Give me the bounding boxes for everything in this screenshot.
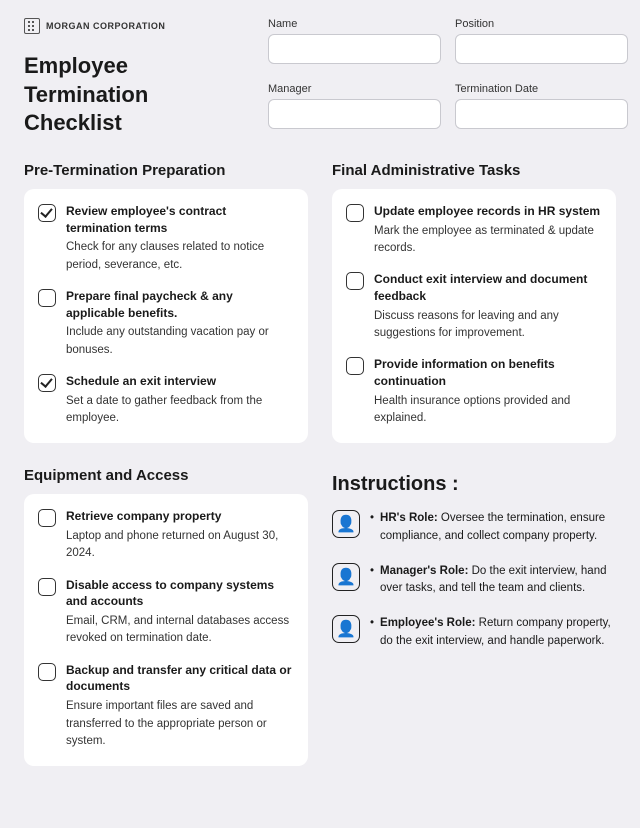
item-title: Schedule an exit interview bbox=[66, 373, 294, 390]
instruction-text: •HR's Role: Oversee the termination, ens… bbox=[370, 510, 616, 545]
item-description: Check for any clauses related to notice … bbox=[66, 239, 294, 274]
item-title: Review employee's contract termination t… bbox=[66, 203, 294, 237]
checkbox[interactable] bbox=[38, 663, 56, 681]
building-icon bbox=[24, 18, 40, 34]
item-description: Discuss reasons for leaving and any sugg… bbox=[374, 308, 602, 343]
item-title: Update employee records in HR system bbox=[374, 203, 602, 220]
item-description: Laptop and phone returned on August 30, … bbox=[66, 528, 294, 563]
item-description: Health insurance options provided and ex… bbox=[374, 393, 602, 428]
section-heading: Pre-Termination Preparation bbox=[24, 162, 308, 179]
item-title: Disable access to company systems and ac… bbox=[66, 577, 294, 611]
position-label: Position bbox=[455, 18, 628, 30]
checklist-item: Provide information on benefits continua… bbox=[346, 356, 602, 427]
checkbox[interactable] bbox=[38, 578, 56, 596]
checklist-item: Prepare final paycheck & any applicable … bbox=[38, 288, 294, 359]
person-icon: 👤 bbox=[332, 510, 360, 538]
position-field[interactable] bbox=[455, 34, 628, 64]
checklist-item: Review employee's contract termination t… bbox=[38, 203, 294, 274]
checkbox[interactable] bbox=[38, 204, 56, 222]
instruction-row: 👤 •Manager's Role: Do the exit interview,… bbox=[332, 563, 616, 598]
instructions-heading: Instructions : bbox=[332, 473, 616, 496]
item-title: Retrieve company property bbox=[66, 508, 294, 525]
manager-field[interactable] bbox=[268, 99, 441, 129]
section-pre-termination: Pre-Termination Preparation Review emplo… bbox=[24, 162, 308, 443]
person-icon: 👤 bbox=[332, 615, 360, 643]
checklist-item: Update employee records in HR system Mark… bbox=[346, 203, 602, 257]
item-title: Provide information on benefits continua… bbox=[374, 356, 602, 390]
item-title: Backup and transfer any critical data or… bbox=[66, 662, 294, 696]
item-title: Conduct exit interview and document feed… bbox=[374, 271, 602, 305]
instruction-text: •Manager's Role: Do the exit interview, … bbox=[370, 563, 616, 598]
checkbox[interactable] bbox=[346, 357, 364, 375]
checklist-card: Retrieve company property Laptop and phon… bbox=[24, 494, 308, 766]
instruction-row: 👤 •HR's Role: Oversee the termination, en… bbox=[332, 510, 616, 545]
section-equipment-access: Equipment and Access Retrieve company pr… bbox=[24, 467, 308, 766]
item-title: Prepare final paycheck & any applicable … bbox=[66, 288, 294, 322]
checkbox[interactable] bbox=[346, 204, 364, 222]
section-heading: Equipment and Access bbox=[24, 467, 308, 484]
checkbox[interactable] bbox=[38, 374, 56, 392]
checkbox[interactable] bbox=[346, 272, 364, 290]
section-admin-tasks: Final Administrative Tasks Update employ… bbox=[332, 162, 616, 443]
checklist-item: Conduct exit interview and document feed… bbox=[346, 271, 602, 342]
checklist-item: Schedule an exit interview Set a date to … bbox=[38, 373, 294, 427]
checklist-card: Update employee records in HR system Mark… bbox=[332, 189, 616, 443]
brand-text: MORGAN CORPORATION bbox=[46, 21, 165, 31]
section-heading: Final Administrative Tasks bbox=[332, 162, 616, 179]
checklist-item: Backup and transfer any critical data or… bbox=[38, 662, 294, 750]
checkbox[interactable] bbox=[38, 289, 56, 307]
instruction-row: 👤 •Employee's Role: Return company proper… bbox=[332, 615, 616, 650]
manager-label: Manager bbox=[268, 83, 441, 95]
checklist-card: Review employee's contract termination t… bbox=[24, 189, 308, 443]
checklist-item: Disable access to company systems and ac… bbox=[38, 577, 294, 648]
instruction-text: •Employee's Role: Return company propert… bbox=[370, 615, 616, 650]
checklist-item: Retrieve company property Laptop and phon… bbox=[38, 508, 294, 562]
item-description: Ensure important files are saved and tra… bbox=[66, 698, 294, 750]
brand-logo: MORGAN CORPORATION bbox=[24, 18, 244, 34]
name-field[interactable] bbox=[268, 34, 441, 64]
checkbox[interactable] bbox=[38, 509, 56, 527]
name-label: Name bbox=[268, 18, 441, 30]
page-title: Employee Termination Checklist bbox=[24, 52, 244, 138]
item-description: Email, CRM, and internal databases acces… bbox=[66, 613, 294, 648]
termination-date-label: Termination Date bbox=[455, 83, 628, 95]
item-description: Mark the employee as terminated & update… bbox=[374, 223, 602, 258]
person-icon: 👤 bbox=[332, 563, 360, 591]
item-description: Include any outstanding vacation pay or … bbox=[66, 324, 294, 359]
instructions-panel: Instructions : 👤 •HR's Role: Oversee the … bbox=[332, 467, 616, 766]
item-description: Set a date to gather feedback from the e… bbox=[66, 393, 294, 428]
termination-date-field[interactable] bbox=[455, 99, 628, 129]
